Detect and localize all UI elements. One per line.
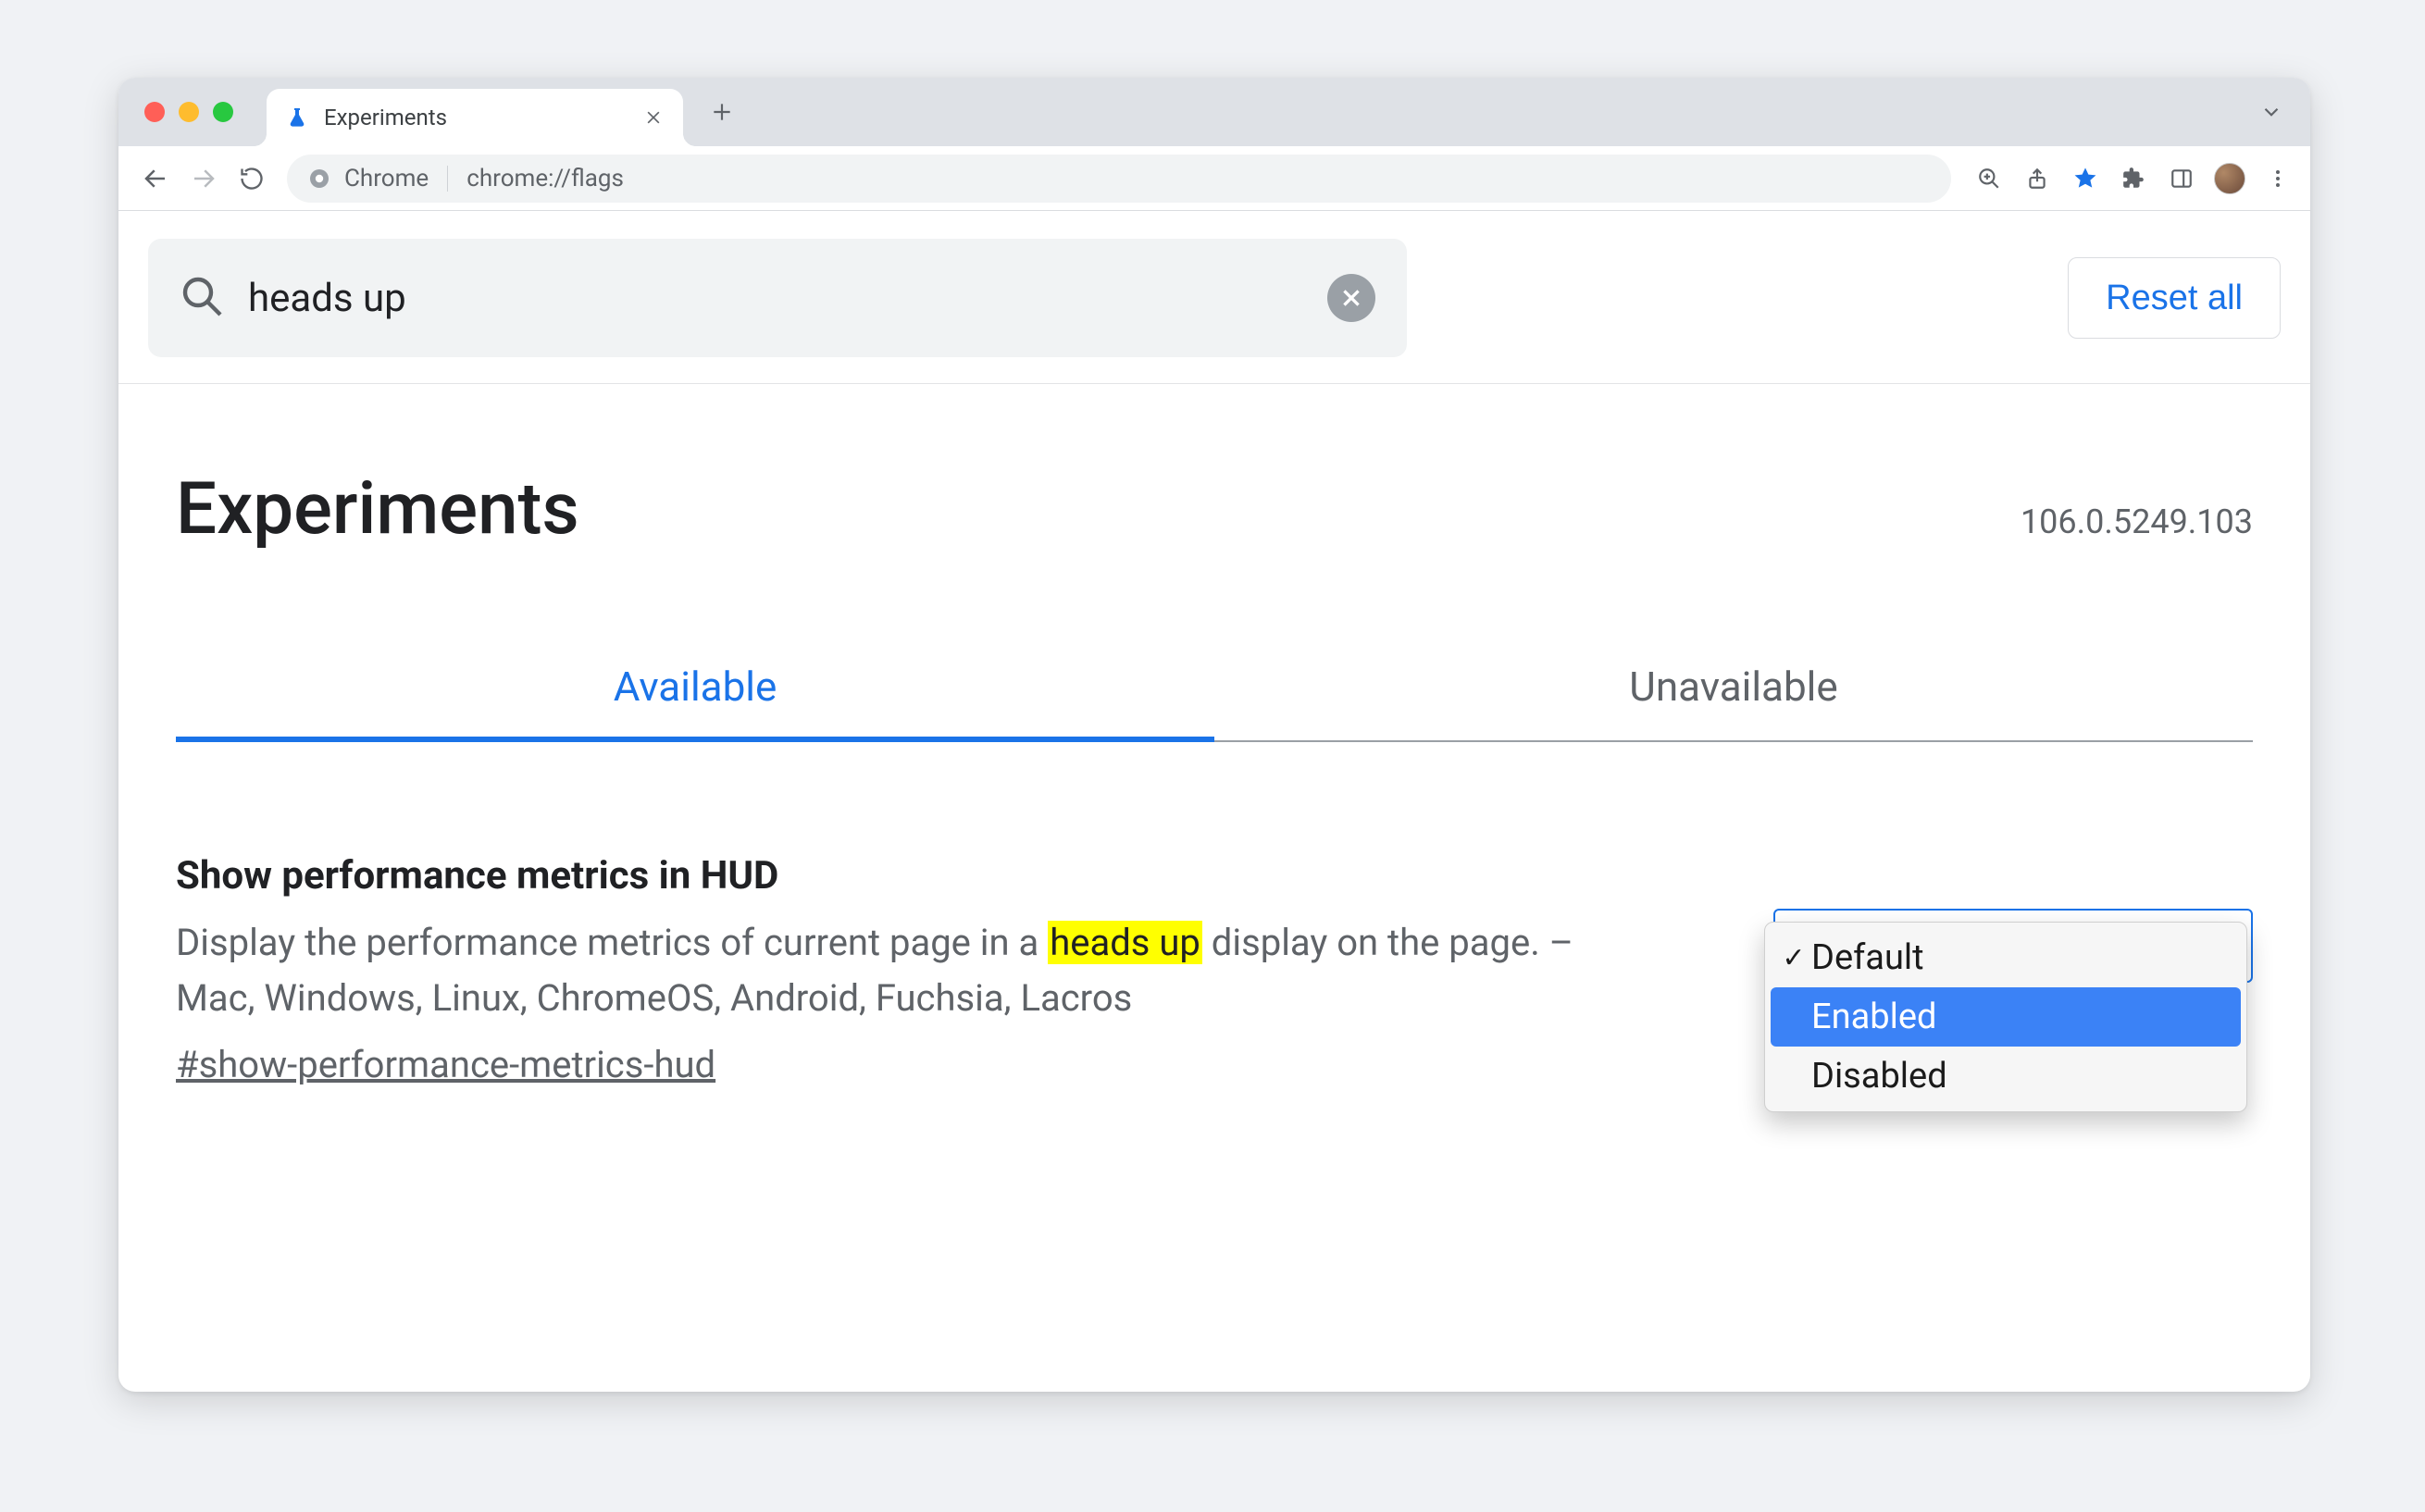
menu-icon[interactable]	[2262, 163, 2294, 194]
bookmark-star-icon[interactable]	[2070, 163, 2101, 194]
chrome-logo-icon	[307, 167, 331, 191]
chrome-version: 106.0.5249.103	[2021, 502, 2253, 541]
window-close-button[interactable]	[144, 102, 165, 122]
tabs-dropdown-button[interactable]	[2255, 95, 2288, 129]
option-enabled[interactable]: Enabled	[1771, 987, 2241, 1047]
search-row: Reset all	[118, 239, 2310, 384]
option-label: Enabled	[1811, 997, 1936, 1037]
extensions-icon[interactable]	[2118, 163, 2149, 194]
window-minimize-button[interactable]	[179, 102, 199, 122]
browser-tab[interactable]: Experiments	[267, 89, 683, 146]
new-tab-button[interactable]	[700, 100, 744, 124]
address-bar[interactable]: Chrome chrome://flags	[287, 155, 1951, 203]
page-title: Experiments	[176, 467, 579, 552]
check-icon: ✓	[1778, 942, 1809, 974]
option-label: Default	[1811, 937, 1924, 978]
address-url: chrome://flags	[466, 165, 624, 192]
tab-strip: Experiments	[118, 78, 2310, 146]
experiment-anchor-link[interactable]: #show-performance-metrics-hud	[176, 1043, 1620, 1086]
experiment-title: Show performance metrics in HUD	[176, 853, 1620, 899]
toolbar-actions	[1966, 163, 2294, 194]
browser-window: Experiments	[118, 78, 2310, 1392]
address-origin: Chrome	[344, 165, 429, 192]
search-icon	[180, 274, 224, 322]
back-button[interactable]	[135, 158, 176, 199]
tab-title: Experiments	[324, 105, 626, 130]
experiment-state-select[interactable]: ✓ Default Enabled Disabled	[1773, 909, 2253, 983]
search-highlight: heads up	[1048, 921, 1202, 964]
share-icon[interactable]	[2021, 163, 2053, 194]
window-controls	[118, 102, 233, 122]
tab-available[interactable]: Available	[176, 663, 1214, 742]
zoom-icon[interactable]	[1973, 163, 2005, 194]
reload-button[interactable]	[231, 158, 272, 199]
search-input[interactable]	[248, 276, 1303, 321]
browser-toolbar: Chrome chrome://flags	[118, 146, 2310, 211]
experiment-description: Display the performance metrics of curre…	[176, 915, 1620, 1026]
select-dropdown: ✓ Default Enabled Disabled	[1764, 922, 2247, 1112]
desc-part-before: Display the performance metrics of curre…	[176, 921, 1048, 964]
experiment-entry: Show performance metrics in HUD Display …	[148, 853, 2281, 1086]
address-separator	[447, 166, 448, 192]
search-box[interactable]	[148, 239, 1407, 357]
flask-icon	[285, 105, 309, 130]
close-tab-button[interactable]	[640, 105, 666, 130]
reset-all-button[interactable]: Reset all	[2068, 257, 2281, 339]
option-disabled[interactable]: Disabled	[1771, 1047, 2241, 1106]
experiment-tabs: Available Unavailable	[148, 663, 2281, 742]
sidepanel-icon[interactable]	[2166, 163, 2197, 194]
option-default[interactable]: ✓ Default	[1771, 928, 2241, 987]
forward-button[interactable]	[183, 158, 224, 199]
tab-unavailable[interactable]: Unavailable	[1214, 663, 2253, 742]
option-label: Disabled	[1811, 1056, 1947, 1097]
window-fullscreen-button[interactable]	[213, 102, 233, 122]
flags-page: Reset all Experiments 106.0.5249.103 Ava…	[118, 211, 2310, 1086]
profile-avatar[interactable]	[2214, 163, 2245, 194]
clear-search-button[interactable]	[1327, 274, 1375, 322]
